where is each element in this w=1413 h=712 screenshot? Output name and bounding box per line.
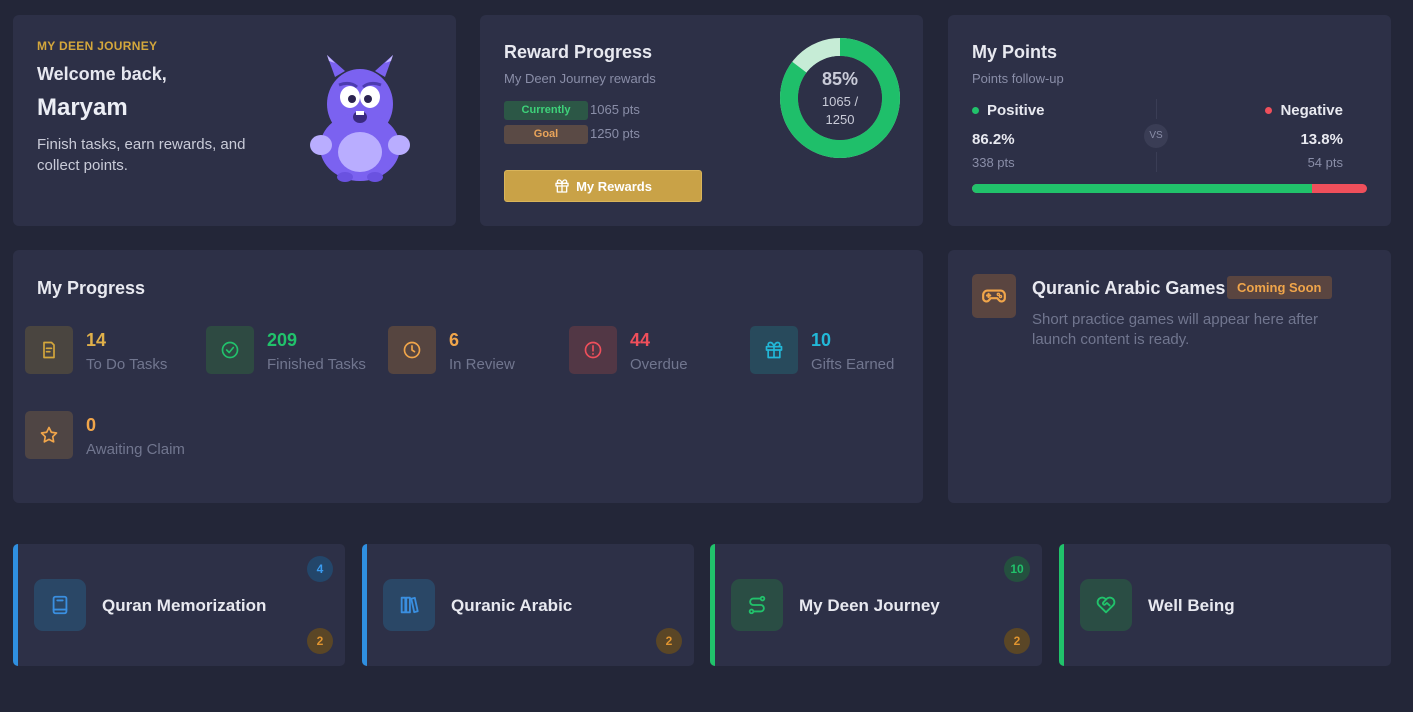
awaiting-count: 0 bbox=[86, 415, 97, 435]
heart-handshake-icon bbox=[1080, 579, 1132, 631]
my-progress-card: My Progress 14 To Do Tasks 209 Finished … bbox=[13, 250, 923, 503]
course-bottom-badge: 2 bbox=[307, 628, 333, 654]
todo-clipboard-icon bbox=[25, 326, 73, 374]
gifts-gift-icon bbox=[750, 326, 798, 374]
overdue-label: Overdue bbox=[630, 356, 688, 373]
goal-pill: Goal bbox=[504, 125, 588, 144]
quranic-arabic-games-card: Quranic Arabic Games Coming Soon Short p… bbox=[948, 250, 1391, 503]
negative-label-text: Negative bbox=[1280, 102, 1343, 119]
reward-ratio: 1065 / 1250 bbox=[821, 94, 859, 127]
course-card-quran-memorization[interactable]: Quran Memorization 4 2 bbox=[13, 544, 345, 666]
course-name: Well Being bbox=[1148, 596, 1235, 615]
welcome-description: Finish tasks, earn rewards, and collect … bbox=[37, 136, 246, 174]
negative-percent: 13.8% bbox=[1300, 131, 1343, 148]
negative-label: Negative bbox=[1265, 102, 1343, 119]
negative-dot-icon bbox=[1265, 107, 1273, 114]
awaiting-label: Awaiting Claim bbox=[86, 441, 185, 458]
course-card-well-being[interactable]: Well Being bbox=[1059, 544, 1391, 666]
course-bottom-badge: 2 bbox=[656, 628, 682, 654]
review-count: 6 bbox=[449, 330, 460, 350]
course-bottom-badge: 2 bbox=[1004, 628, 1030, 654]
current-pill: Currently bbox=[504, 101, 588, 120]
monster-mascot-icon bbox=[310, 55, 410, 182]
review-clock-icon bbox=[388, 326, 436, 374]
book-icon bbox=[34, 579, 86, 631]
course-name: My Deen Journey bbox=[799, 596, 940, 615]
positive-dot-icon bbox=[972, 107, 979, 114]
review-label: In Review bbox=[449, 356, 515, 373]
welcome-greeting: Welcome back, bbox=[37, 64, 167, 84]
user-name: Maryam bbox=[37, 94, 128, 121]
reward-title: Reward Progress bbox=[504, 42, 653, 62]
positive-label: Positive bbox=[972, 102, 1045, 119]
positive-percent: 86.2% bbox=[972, 131, 1015, 148]
goal-points: 1250 pts bbox=[590, 126, 640, 141]
route-icon bbox=[731, 579, 783, 631]
finished-count: 209 bbox=[267, 330, 298, 350]
course-accent bbox=[362, 544, 367, 666]
gift-icon bbox=[555, 179, 569, 193]
divider-bottom bbox=[1156, 152, 1157, 172]
vs-badge: VS bbox=[1144, 124, 1168, 148]
welcome-kicker: MY DEEN JOURNEY bbox=[37, 39, 158, 53]
divider-top bbox=[1156, 99, 1157, 119]
course-accent bbox=[710, 544, 715, 666]
my-points-card: My Points Points follow-up Positive Nega… bbox=[948, 15, 1391, 226]
coming-soon-badge: Coming Soon bbox=[1227, 276, 1332, 299]
my-rewards-label: My Rewards bbox=[576, 178, 652, 194]
current-points: 1065 pts bbox=[590, 102, 640, 117]
course-name: Quranic Arabic bbox=[451, 596, 573, 615]
positive-points: 338 pts bbox=[972, 155, 1015, 170]
finished-label: Finished Tasks bbox=[267, 356, 366, 373]
todo-count: 14 bbox=[86, 330, 107, 350]
positive-label-text: Positive bbox=[987, 102, 1045, 119]
points-title: My Points bbox=[972, 42, 1058, 62]
games-description: Short practice games will appear here af… bbox=[1032, 311, 1318, 348]
games-title: Quranic Arabic Games bbox=[1032, 278, 1226, 298]
overdue-count: 44 bbox=[630, 330, 651, 350]
points-ratio-bar bbox=[972, 184, 1367, 193]
course-card-my-deen-journey[interactable]: My Deen Journey 10 2 bbox=[710, 544, 1042, 666]
positive-bar-fill bbox=[972, 184, 1313, 193]
progress-title: My Progress bbox=[37, 278, 146, 298]
gamepad-icon bbox=[972, 274, 1016, 318]
awaiting-star-icon bbox=[25, 411, 73, 459]
course-accent bbox=[13, 544, 18, 666]
gifts-count: 10 bbox=[811, 330, 832, 350]
reward-percent: 85% bbox=[821, 69, 859, 89]
course-name: Quran Memorization bbox=[102, 596, 267, 615]
points-subtitle: Points follow-up bbox=[972, 71, 1064, 86]
gifts-label: Gifts Earned bbox=[811, 356, 895, 373]
finished-check-icon bbox=[206, 326, 254, 374]
reward-subtitle: My Deen Journey rewards bbox=[504, 71, 656, 86]
reward-progress-card: Reward Progress My Deen Journey rewards … bbox=[480, 15, 923, 226]
overdue-alert-icon bbox=[569, 326, 617, 374]
course-top-badge: 4 bbox=[307, 556, 333, 582]
course-top-badge: 10 bbox=[1004, 556, 1030, 582]
library-icon bbox=[383, 579, 435, 631]
course-card-quranic-arabic[interactable]: Quranic Arabic 2 bbox=[362, 544, 694, 666]
negative-points: 54 pts bbox=[1307, 155, 1343, 170]
my-rewards-button[interactable]: My Rewards bbox=[504, 170, 702, 202]
welcome-card: MY DEEN JOURNEY Welcome back, Maryam Fin… bbox=[13, 15, 456, 226]
course-accent bbox=[1059, 544, 1064, 666]
todo-label: To Do Tasks bbox=[86, 356, 168, 373]
